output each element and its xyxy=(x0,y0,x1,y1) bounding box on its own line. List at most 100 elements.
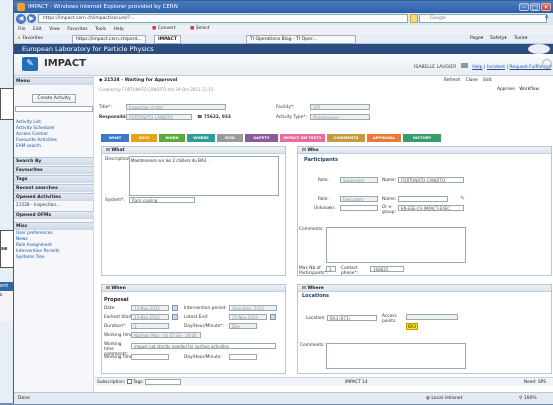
where-comments-field[interactable] xyxy=(326,343,466,369)
tab-what[interactable]: WHAT xyxy=(101,134,129,142)
activity-type-select[interactable]: Maintenance xyxy=(310,114,370,120)
sidebar-menu-header[interactable]: Menu xyxy=(14,77,94,85)
tab-comments[interactable]: COMMENTS xyxy=(327,134,365,142)
tab-where[interactable]: WHERE xyxy=(187,134,215,142)
what-header[interactable]: ⊟ What xyxy=(102,147,285,154)
description-field[interactable]: Maintenance sur les 2 chillers du BA3 . xyxy=(129,156,279,196)
who-header[interactable]: ⊟ Who xyxy=(298,147,551,154)
refresh-button[interactable]: Refresh xyxy=(444,78,460,83)
minimize-button[interactable]: – xyxy=(519,3,529,11)
sidebar-opened-activities[interactable]: Opened Activities xyxy=(14,193,94,201)
tab-risk[interactable]: RISK xyxy=(217,134,243,142)
sidebar-search-by[interactable]: Search By xyxy=(14,157,94,165)
tab-safety[interactable]: SAFETY xyxy=(245,134,278,142)
add-participant-icon[interactable]: ✎ xyxy=(460,195,465,202)
title-field[interactable]: Inspection chiller xyxy=(126,104,226,110)
close-button[interactable]: ✕ xyxy=(541,3,551,11)
working-time-select[interactable]: Normal: Mon - Fri 07:30 - 19:00 xyxy=(131,332,201,338)
dhm-select[interactable] xyxy=(229,354,257,360)
latest-end-field[interactable]: 15-Nov-2012 xyxy=(229,314,267,320)
intervention-period-select[interactable]: Operation_2012 xyxy=(229,305,277,311)
access-points-select[interactable] xyxy=(406,314,458,320)
back-button[interactable]: ◀ xyxy=(16,14,26,24)
menu-edit[interactable]: Edit xyxy=(33,27,42,32)
favorites-star-icon[interactable]: ★ xyxy=(17,36,21,41)
working-time-comments-field[interactable]: impact not strictly needed for surface a… xyxy=(131,343,276,349)
role-select-1[interactable]: Supervisor xyxy=(340,177,378,183)
sidebar-item-activity-scheduler[interactable]: Activity Scheduler xyxy=(16,126,55,131)
menu-favorites[interactable]: Favorites xyxy=(67,27,87,32)
sidebar-opened-item[interactable]: 21528 - Inspection... xyxy=(16,203,60,208)
workflow-button[interactable]: Workflow xyxy=(519,87,539,92)
sidebar-favourites[interactable]: Favourites xyxy=(14,166,94,174)
safety-menu[interactable]: Safety▾ xyxy=(490,36,507,41)
search-input[interactable]: Google xyxy=(419,14,547,23)
browser-tab-3[interactable]: TI Operations Blog - TI Oper... xyxy=(246,35,356,44)
tab-history[interactable]: HISTORY xyxy=(403,134,441,142)
tab-when[interactable]: WHEN xyxy=(159,134,185,142)
when-header[interactable]: ⊟ When xyxy=(102,285,285,292)
sidebar-item-news[interactable]: News xyxy=(16,237,28,242)
latest-calendar-icon[interactable] xyxy=(270,314,276,320)
menu-file[interactable]: File xyxy=(18,27,26,32)
maximize-button[interactable]: □ xyxy=(530,3,540,11)
name-field-2[interactable] xyxy=(398,196,448,202)
sidebar-item-role-assignment[interactable]: Role Assignment xyxy=(16,243,52,248)
favorites-label[interactable]: Favorites xyxy=(22,36,42,41)
date-field[interactable]: 13-Nov-2012 xyxy=(131,305,169,311)
sidebar-tags[interactable]: Tags xyxy=(14,175,94,183)
clone-button[interactable]: Clone xyxy=(466,78,478,83)
sidebar-item-access-control[interactable]: Access Control xyxy=(16,132,48,137)
tab-approval[interactable]: APPROVAL xyxy=(367,134,401,142)
sidebar-item-eam-search[interactable]: EAM search xyxy=(16,144,41,149)
edit-button[interactable]: Edit xyxy=(483,78,491,83)
date-calendar-icon[interactable] xyxy=(172,305,178,311)
sidebar-item-activity-list[interactable]: Activity List xyxy=(16,120,41,125)
max-participants-field[interactable]: 2 xyxy=(326,266,336,272)
zone-indicator[interactable]: ◍ Local intranet xyxy=(426,393,462,405)
tab-impact-on-tests[interactable]: IMPACT ON TESTS xyxy=(280,134,325,142)
address-bar[interactable]: https://impact.cern.ch/impact/secure/?..… xyxy=(38,14,408,23)
location-field[interactable]: BA3 (873) xyxy=(327,315,377,321)
responsible-field[interactable]: FORTUNATO CANDITO xyxy=(126,114,192,120)
zoom-control[interactable]: ⚲ 100% xyxy=(519,393,537,405)
name-field-1[interactable]: FORTUNATO CANDITO xyxy=(398,177,464,183)
forward-button[interactable]: ▶ xyxy=(27,14,36,23)
sidebar-item-intervention-periods[interactable]: Intervention Periods xyxy=(16,249,59,254)
role-select-2[interactable]: Executant xyxy=(340,196,378,202)
sidebar-opened-ofms[interactable]: Opened OFMs xyxy=(14,211,94,219)
help-link[interactable]: Help xyxy=(472,65,482,70)
convert-button[interactable]: ■ Convert xyxy=(152,26,176,31)
system-field[interactable]: Rack cooling xyxy=(129,197,195,203)
create-activity-button[interactable]: Create Activity xyxy=(32,94,76,103)
menu-tools[interactable]: Tools xyxy=(95,27,106,32)
tools-menu[interactable]: Tools▾ xyxy=(514,36,527,41)
search-icon[interactable]: ⚲ xyxy=(545,15,549,21)
working-time-field-2[interactable] xyxy=(131,354,169,360)
page-menu[interactable]: Page▾ xyxy=(470,36,483,41)
menu-help[interactable]: Help xyxy=(114,27,124,32)
sidebar-recent-searches[interactable]: Recent searches xyxy=(14,184,94,192)
duration-field[interactable]: 3 xyxy=(131,323,169,329)
sidebar-item-favourite-activities[interactable]: Favourite Activities xyxy=(16,138,57,143)
duration-unit-select[interactable]: Day xyxy=(229,323,257,329)
sidebar-misc[interactable]: Misc xyxy=(14,222,94,230)
approve-button[interactable]: Approve xyxy=(497,87,515,92)
select-button[interactable]: ■ Select xyxy=(190,26,210,31)
contact-phone-field[interactable]: 168835 xyxy=(370,266,404,272)
incident-link[interactable]: Incident xyxy=(487,65,505,70)
tab-who[interactable]: WHO xyxy=(131,134,157,142)
power-icon[interactable] xyxy=(542,59,552,69)
lock-icon[interactable] xyxy=(410,14,418,23)
menu-view[interactable]: View xyxy=(49,27,60,32)
earliest-calendar-icon[interactable] xyxy=(172,314,178,320)
facility-select[interactable]: SPS xyxy=(310,104,370,110)
subscription-checkbox[interactable] xyxy=(126,379,132,384)
where-header[interactable]: ⊟ Where xyxy=(298,285,551,292)
unknown-field[interactable] xyxy=(340,205,378,211)
sidebar-item-user-preferences[interactable]: User preferences xyxy=(16,231,53,236)
who-comments-field[interactable] xyxy=(326,227,466,263)
browser-tab-2[interactable]: IMPACT xyxy=(154,35,181,44)
browser-tab-1[interactable]: https://impact.cern.ch/perd... xyxy=(72,35,146,44)
tags-select[interactable] xyxy=(145,378,182,385)
